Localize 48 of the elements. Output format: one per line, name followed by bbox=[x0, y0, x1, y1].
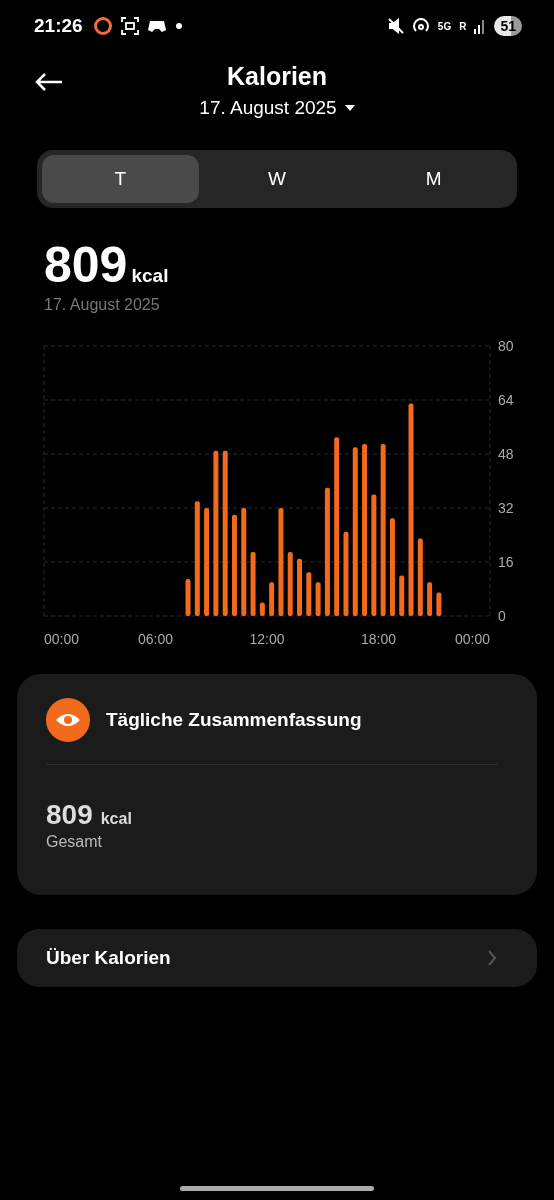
calorie-total: 809 bbox=[44, 236, 128, 294]
axis-label: 00:00 bbox=[454, 631, 490, 647]
total-label: Gesamt bbox=[46, 833, 103, 851]
axis-label: 32 bbox=[498, 500, 514, 516]
about-row[interactable]: Über Kalorien bbox=[17, 929, 537, 987]
chart-bar bbox=[399, 575, 405, 616]
network-label: 5G bbox=[437, 20, 452, 32]
axis-label: 18:00 bbox=[361, 631, 396, 647]
caret-icon bbox=[344, 105, 355, 111]
ring-icon bbox=[92, 16, 113, 36]
total-value: 809 bbox=[46, 799, 93, 831]
chart-bar bbox=[185, 578, 191, 616]
page-title: Kalorien bbox=[227, 62, 327, 91]
mute-icon bbox=[387, 18, 404, 34]
axis-label: 12:00 bbox=[249, 631, 285, 647]
chart-bar bbox=[287, 551, 293, 616]
period-tab[interactable]: M bbox=[355, 155, 512, 203]
period-tab[interactable]: T bbox=[42, 155, 199, 203]
chart-bar bbox=[315, 582, 321, 616]
roaming-label: R bbox=[459, 20, 467, 32]
period-tab[interactable]: W bbox=[198, 155, 356, 203]
chart-bar bbox=[269, 582, 275, 616]
chart-bar bbox=[297, 558, 302, 616]
chart-bar bbox=[259, 602, 265, 616]
summary-date: 17. August 2025 bbox=[44, 296, 161, 314]
screenshot-icon bbox=[120, 17, 139, 35]
dot-icon bbox=[174, 22, 183, 30]
card-title: Tägliche Zusammenfassung bbox=[106, 709, 362, 731]
chart-bar bbox=[436, 592, 442, 616]
date-picker[interactable]: 17. August 2025 bbox=[199, 97, 355, 119]
axis-label: 00:00 bbox=[44, 631, 80, 647]
signal-icon bbox=[474, 18, 487, 34]
axis-label: 0 bbox=[498, 608, 506, 624]
status-time: 21:26 bbox=[34, 15, 83, 37]
unit-label: kcal bbox=[100, 810, 132, 828]
battery-indicator: 51 bbox=[494, 16, 522, 36]
axis-label: 64 bbox=[498, 392, 514, 408]
axis-label: 16 bbox=[498, 554, 514, 570]
unit-label: kcal bbox=[131, 265, 169, 287]
axis-label: 06:00 bbox=[138, 631, 173, 647]
axis-label: 80 bbox=[498, 338, 514, 354]
chart-bar bbox=[250, 551, 256, 616]
eye-icon bbox=[46, 698, 90, 742]
chart-bar bbox=[427, 582, 433, 616]
chart-bar bbox=[306, 572, 312, 616]
about-label: Über Kalorien bbox=[46, 947, 171, 969]
axis-label: 48 bbox=[498, 446, 514, 462]
chevron-icon bbox=[487, 950, 497, 966]
